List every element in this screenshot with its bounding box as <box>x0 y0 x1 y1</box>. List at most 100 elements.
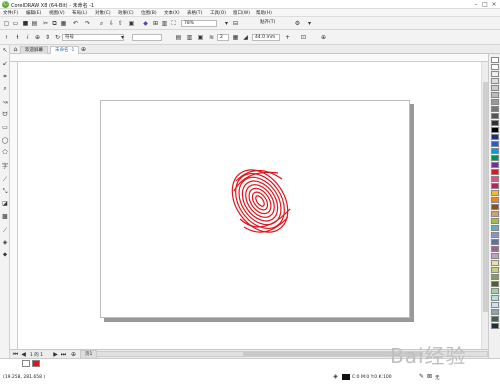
swatch-tan[interactable] <box>491 211 499 217</box>
print-icon[interactable]: ▤ <box>31 20 38 27</box>
swatch-forest[interactable] <box>491 316 499 322</box>
eyedropper-tool-icon[interactable]: ⟋ <box>1 227 9 235</box>
first-page-icon[interactable]: ⏮ <box>12 351 19 358</box>
swatch-none[interactable] <box>491 57 499 63</box>
pdf-icon[interactable]: ▣ <box>128 20 135 27</box>
swatch-lavender[interactable] <box>491 232 499 238</box>
no-fill-swatch[interactable] <box>22 360 30 367</box>
swatch-gray-40[interactable] <box>491 92 499 98</box>
swatch-slate[interactable] <box>491 239 499 245</box>
menu-edit[interactable]: 编辑(E) <box>26 10 41 16</box>
swatch-olive-light[interactable] <box>491 267 499 273</box>
welcome-screen-icon[interactable]: ▥ <box>161 20 168 27</box>
shadow-tool-icon[interactable]: ◪ <box>1 200 9 208</box>
home-icon[interactable]: ⌂ <box>12 46 19 53</box>
previous-page-icon[interactable]: ◀ <box>20 351 27 358</box>
swatch-orange[interactable] <box>491 197 499 203</box>
menu-object[interactable]: 对象(C) <box>95 10 111 16</box>
outline-plus-icon[interactable]: + <box>284 34 291 41</box>
swatch-plum[interactable] <box>491 246 499 252</box>
publish-icon[interactable]: ◆ <box>142 20 149 27</box>
menu-window[interactable]: 窗口(W) <box>233 10 250 16</box>
mirror-icon[interactable]: ⇕ <box>44 34 51 41</box>
maximize-icon[interactable]: □ <box>481 1 489 8</box>
swatch-gray-50[interactable] <box>491 99 499 105</box>
close-icon[interactable]: × <box>490 1 498 8</box>
snap-to-dropdown[interactable]: 贴齐(T) <box>258 20 286 27</box>
current-color-swatch[interactable] <box>32 360 40 367</box>
swatch-blue-gray[interactable] <box>491 309 499 315</box>
swatch-purple[interactable] <box>491 162 499 168</box>
add-page-icon[interactable]: ⊕ <box>70 351 77 358</box>
redo-icon[interactable]: ↷ <box>84 20 91 27</box>
text-tool-icon[interactable]: 字 <box>1 163 9 171</box>
swatch-midnight[interactable] <box>491 323 499 329</box>
interactive-fill-icon[interactable]: ◈ <box>1 239 9 247</box>
bold-icon[interactable]: Ɨ <box>14 34 21 41</box>
outline-width-field[interactable]: 44.0 mm <box>252 34 280 41</box>
swatch-gray-20[interactable] <box>491 78 499 84</box>
cut-icon[interactable]: ✂ <box>42 20 49 27</box>
transform-icon[interactable]: ⊡ <box>300 34 307 41</box>
zoom-options-icon[interactable]: ▾ <box>223 20 230 27</box>
edit-icon[interactable]: ▥ <box>186 34 193 41</box>
crop-tool-icon[interactable]: ⌗ <box>1 73 9 81</box>
swatch-yellow[interactable] <box>491 190 499 196</box>
swatch-gray-70[interactable] <box>491 113 499 119</box>
swatch-teal[interactable] <box>491 225 499 231</box>
swatch-gray-60[interactable] <box>491 106 499 112</box>
pen-nib-icon[interactable]: ◢ <box>242 34 249 41</box>
vertical-scrollbar[interactable] <box>481 62 488 349</box>
text-align-icon[interactable]: ⟊ <box>3 34 10 41</box>
polygon-tool-icon[interactable]: ⬠ <box>1 149 9 157</box>
next-page-icon[interactable]: ▶ <box>52 351 59 358</box>
vertical-ruler[interactable] <box>10 62 18 349</box>
export-icon[interactable]: ⇧ <box>117 20 124 27</box>
pick-tool-icon[interactable]: ↖ <box>1 47 9 55</box>
new-document-icon[interactable]: ▢ <box>3 20 10 27</box>
swatch-magenta[interactable] <box>491 183 499 189</box>
app-launcher-icon[interactable]: ⊞ <box>152 20 159 27</box>
menu-effects[interactable]: 效果(C) <box>118 10 134 16</box>
swatch-gray-30[interactable] <box>491 85 499 91</box>
menu-help[interactable]: 帮助(H) <box>256 10 272 16</box>
underline-icon[interactable]: ⊕ <box>34 34 41 41</box>
open-folder-icon[interactable]: ▭ <box>12 20 19 27</box>
zoom-tool-icon[interactable]: ⌕ <box>1 85 9 93</box>
swatch-olive[interactable] <box>491 274 499 280</box>
search-icon[interactable]: ⌕ <box>98 20 105 27</box>
import-icon[interactable]: ⇩ <box>108 20 115 27</box>
font-dropdown-arrow-icon[interactable]: ▾ <box>119 34 126 41</box>
grid-icon[interactable]: ⊟ <box>232 20 239 27</box>
swatch-pink[interactable] <box>491 176 499 182</box>
swatch-white[interactable] <box>491 64 499 70</box>
swatch-mint[interactable] <box>491 288 499 294</box>
menu-table[interactable]: 表格(T) <box>187 10 202 16</box>
swatch-navy[interactable] <box>491 134 499 140</box>
copy-properties-icon[interactable]: ▤ <box>175 34 182 41</box>
wave-icon[interactable]: ≋ <box>208 34 215 41</box>
swatch-cyan[interactable] <box>491 148 499 154</box>
swatch-gray-10[interactable] <box>491 71 499 77</box>
minimize-icon[interactable]: – <box>472 1 480 8</box>
swatch-lime[interactable] <box>491 218 499 224</box>
ellipse-tool-icon[interactable]: ◯ <box>1 137 9 145</box>
menu-view[interactable]: 视图(V) <box>49 10 65 16</box>
swatch-green[interactable] <box>491 155 499 161</box>
horizontal-ruler[interactable] <box>10 54 488 62</box>
swatch-pale-blue[interactable] <box>491 302 499 308</box>
menu-tools[interactable]: 工具(O) <box>210 10 226 16</box>
menu-bitmaps[interactable]: 位图(B) <box>141 10 157 16</box>
undo-icon[interactable]: ↶ <box>72 20 79 27</box>
swatch-mauve[interactable] <box>491 253 499 259</box>
smart-fill-icon[interactable]: ⬥ <box>1 251 9 259</box>
parallel-dimension-icon[interactable]: ⟋ <box>1 176 9 184</box>
last-page-icon[interactable]: ⏭ <box>60 351 67 358</box>
page-tab-1[interactable]: 页1 <box>80 350 98 358</box>
swatch-ice[interactable] <box>491 295 499 301</box>
swatch-black[interactable] <box>491 127 499 133</box>
lock-icon[interactable]: ▣ <box>197 34 204 41</box>
rectangle-tool-icon[interactable]: ▭ <box>1 124 9 132</box>
menu-text[interactable]: 文本(X) <box>164 10 180 16</box>
freehand-tool-icon[interactable]: ↝ <box>1 99 9 107</box>
